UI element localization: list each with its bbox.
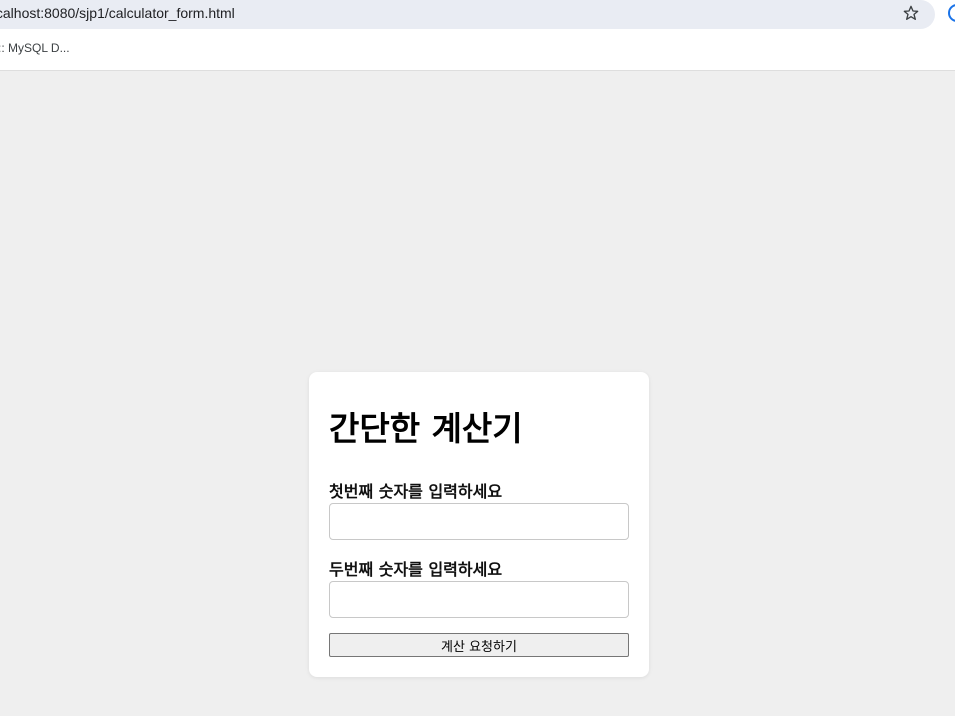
url-text[interactable]: localhost:8080/sjp1/calculator_form.html bbox=[0, 5, 235, 21]
bookmark-star-icon[interactable] bbox=[901, 3, 921, 23]
second-number-label: 두번째 숫자를 입력하세요 bbox=[329, 560, 503, 579]
bookmark-bar: :: MySQL D... bbox=[0, 30, 955, 70]
calculator-form: 간단한 계산기 첫번째 숫자를 입력하세요 두번째 숫자를 입력하세요 계산 요… bbox=[309, 372, 649, 677]
browser-chrome: localhost:8080/sjp1/calculator_form.html… bbox=[0, 0, 955, 71]
first-number-input[interactable] bbox=[329, 503, 629, 540]
bookmark-item-mysql[interactable]: :: MySQL D... bbox=[0, 41, 70, 55]
profile-icon[interactable] bbox=[948, 4, 955, 22]
calculate-submit-button[interactable]: 계산 요청하기 bbox=[329, 633, 629, 657]
form-title: 간단한 계산기 bbox=[329, 409, 523, 448]
address-bar[interactable]: localhost:8080/sjp1/calculator_form.html bbox=[0, 0, 935, 29]
second-number-input[interactable] bbox=[329, 581, 629, 618]
first-number-label: 첫번째 숫자를 입력하세요 bbox=[329, 482, 503, 501]
